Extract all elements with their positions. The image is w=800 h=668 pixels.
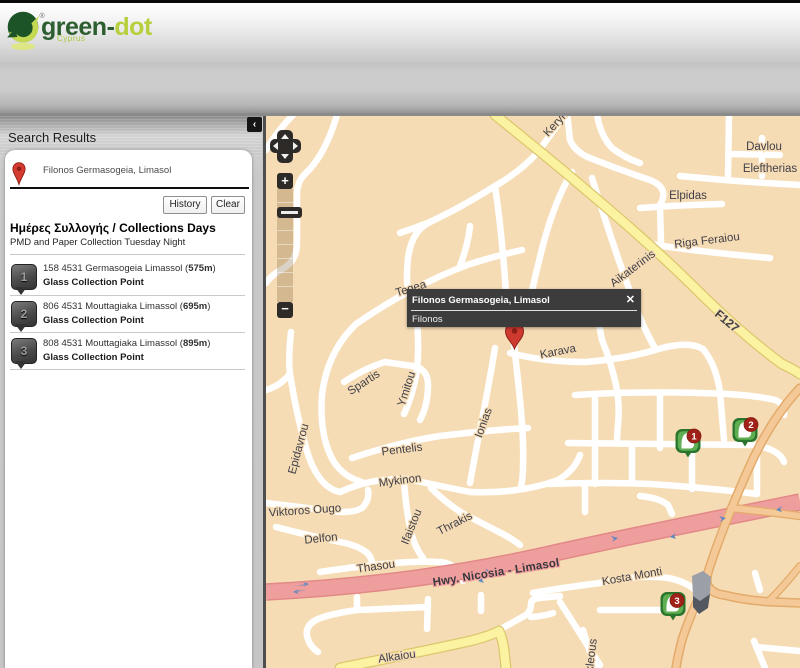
svg-text:3: 3 <box>674 596 679 607</box>
svg-text:Eleftherias: Eleftherias <box>743 163 798 175</box>
svg-text:Davlou: Davlou <box>746 141 782 153</box>
svg-text:1: 1 <box>691 432 697 443</box>
svg-text:Elpidas: Elpidas <box>669 190 707 202</box>
svg-text:2: 2 <box>748 420 753 431</box>
